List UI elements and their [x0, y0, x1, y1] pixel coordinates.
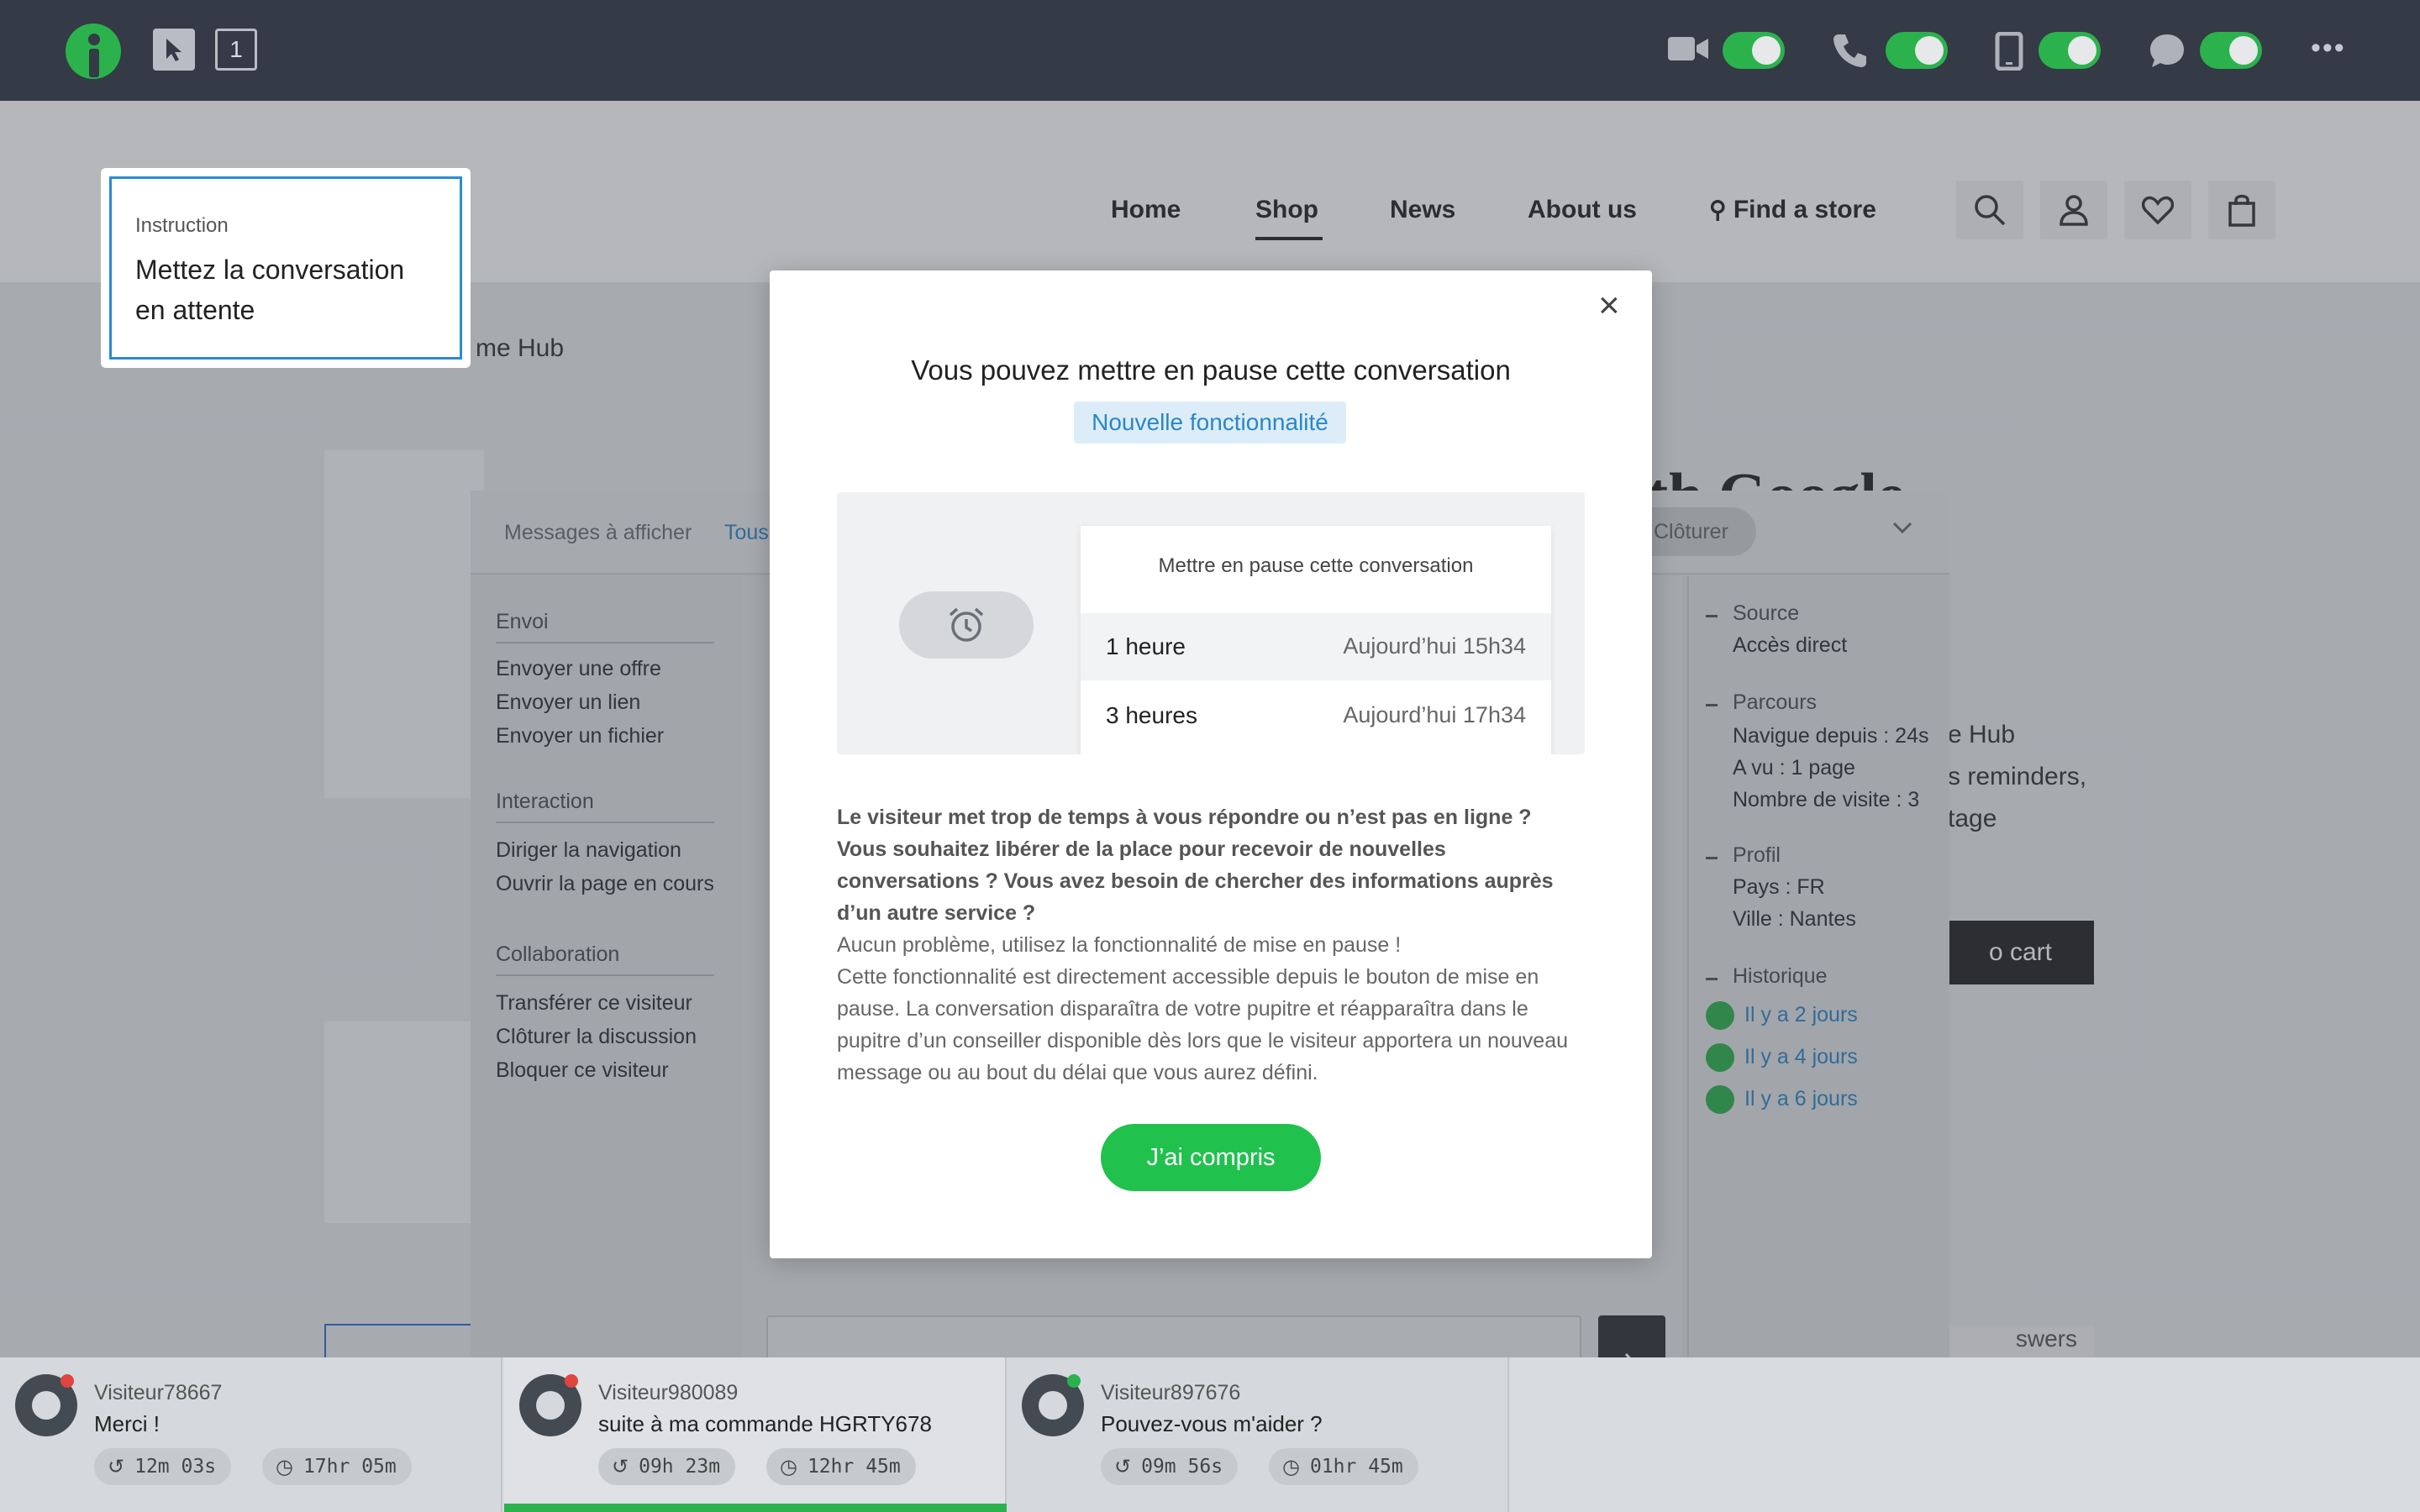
pause-option-label: 3 heures [1106, 702, 1197, 728]
modal-paragraph-questions: Le visiteur met trop de temps à vous rép… [837, 806, 1554, 925]
phone-toggle[interactable] [1886, 32, 1948, 69]
new-feature-badge: Nouvelle fonctionnalité [1074, 402, 1346, 444]
mobile-toggle[interactable] [2039, 32, 2101, 69]
feature-preview: Mettre en pause cette conversation 1 heu… [837, 492, 1585, 754]
duration-badge: ◷ 17hr 05m [262, 1448, 412, 1485]
pause-feature-modal: × Vous pouvez mettre en pause cette conv… [770, 270, 1652, 1258]
mobile-icon [1995, 31, 2023, 79]
clock-icon: ◷ [1282, 1455, 1300, 1478]
conversation-tab[interactable]: Visiteur78667 Merci ! ↺ 12m 03s ◷ 17hr 05m [0, 1357, 502, 1512]
understood-button[interactable]: J’ai compris [1101, 1124, 1321, 1191]
wait-time: 09h 23m [639, 1456, 721, 1478]
conversation-tab-active[interactable]: Visiteur980089 suite à ma commande HGRTY… [504, 1357, 1007, 1512]
pause-option-row: 1 heure Aujourd’hui 15h34 [1081, 613, 1551, 680]
wait-time: 09m 56s [1141, 1456, 1223, 1478]
cursor-icon [166, 39, 182, 61]
pause-option-row: 3 heures Aujourd’hui 17h34 [1081, 682, 1551, 749]
visitor-name: Visiteur897676 [1101, 1381, 1241, 1404]
history-icon: ↺ [1114, 1455, 1132, 1478]
history-icon: ↺ [108, 1455, 125, 1478]
counter-value: 1 [229, 36, 243, 62]
pause-option-time: Aujourd’hui 17h34 [1343, 702, 1526, 727]
instruction-text: Mettez la conversation en attente [135, 255, 405, 325]
duration-badge: ◷ 12hr 45m [766, 1448, 916, 1485]
last-message: Merci ! [94, 1411, 160, 1436]
more-options-icon[interactable]: ••• [2311, 32, 2346, 65]
modal-paragraph-line: Cette fonctionnalité est directement acc… [837, 965, 1568, 1084]
pause-button-preview [899, 591, 1034, 659]
instruction-label: Instruction [135, 214, 229, 237]
status-dot [1067, 1374, 1081, 1388]
counter-button[interactable]: 1 [215, 29, 257, 71]
alarm-clock-icon [949, 607, 984, 642]
instruction-frame: Instruction Mettez la conversation en at… [109, 176, 462, 360]
wait-time-badge: ↺ 09h 23m [598, 1448, 736, 1485]
duration: 17hr 05m [302, 1456, 397, 1478]
modal-title: Vous pouvez mettre en pause cette conver… [911, 354, 1511, 386]
wait-time: 12m 03s [134, 1456, 217, 1478]
modal-paragraph-explanation: Aucun problème, utilisez la fonctionnali… [837, 929, 1585, 1089]
chat-icon [2148, 32, 2186, 79]
wait-time-badge: ↺ 12m 03s [94, 1448, 232, 1485]
chat-toggle[interactable] [2200, 32, 2262, 69]
app-logo [66, 24, 121, 79]
clock-icon: ◷ [780, 1455, 797, 1478]
visitor-name: Visiteur78667 [94, 1381, 223, 1404]
conversation-tab[interactable]: Visiteur897676 Pouvez-vous m'aider ? ↺ 09… [1007, 1357, 1509, 1512]
close-icon[interactable]: × [1598, 287, 1620, 324]
video-icon [1667, 34, 1709, 72]
pause-dropdown-header: Mettre en pause cette conversation [1158, 554, 1474, 577]
history-icon: ↺ [612, 1455, 629, 1478]
pause-dropdown-preview: Mettre en pause cette conversation 1 heu… [1081, 526, 1551, 754]
clock-icon: ◷ [276, 1455, 293, 1478]
pause-option-time: Aujourd’hui 15h34 [1343, 633, 1526, 659]
last-message: suite à ma commande HGRTY678 [598, 1411, 932, 1436]
duration-badge: ◷ 01hr 45m [1269, 1448, 1418, 1485]
status-dot [565, 1374, 578, 1388]
last-message: Pouvez-vous m'aider ? [1101, 1411, 1323, 1436]
status-dot [60, 1374, 74, 1388]
wait-time-badge: ↺ 09m 56s [1101, 1448, 1239, 1485]
phone-icon [1832, 32, 1869, 77]
cursor-mode-button[interactable] [153, 29, 195, 71]
pause-option-label: 1 heure [1106, 633, 1186, 659]
modal-paragraph-line: Aucun problème, utilisez la fonctionnali… [837, 933, 1402, 957]
video-toggle[interactable] [1723, 32, 1785, 69]
active-tab-indicator [504, 1504, 1007, 1512]
duration: 12hr 45m [807, 1456, 901, 1478]
visitor-name: Visiteur980089 [598, 1381, 739, 1404]
top-bar: 1 ••• [0, 0, 2420, 101]
duration: 01hr 45m [1309, 1456, 1403, 1478]
instruction-card: Instruction Mettez la conversation en at… [101, 168, 471, 368]
